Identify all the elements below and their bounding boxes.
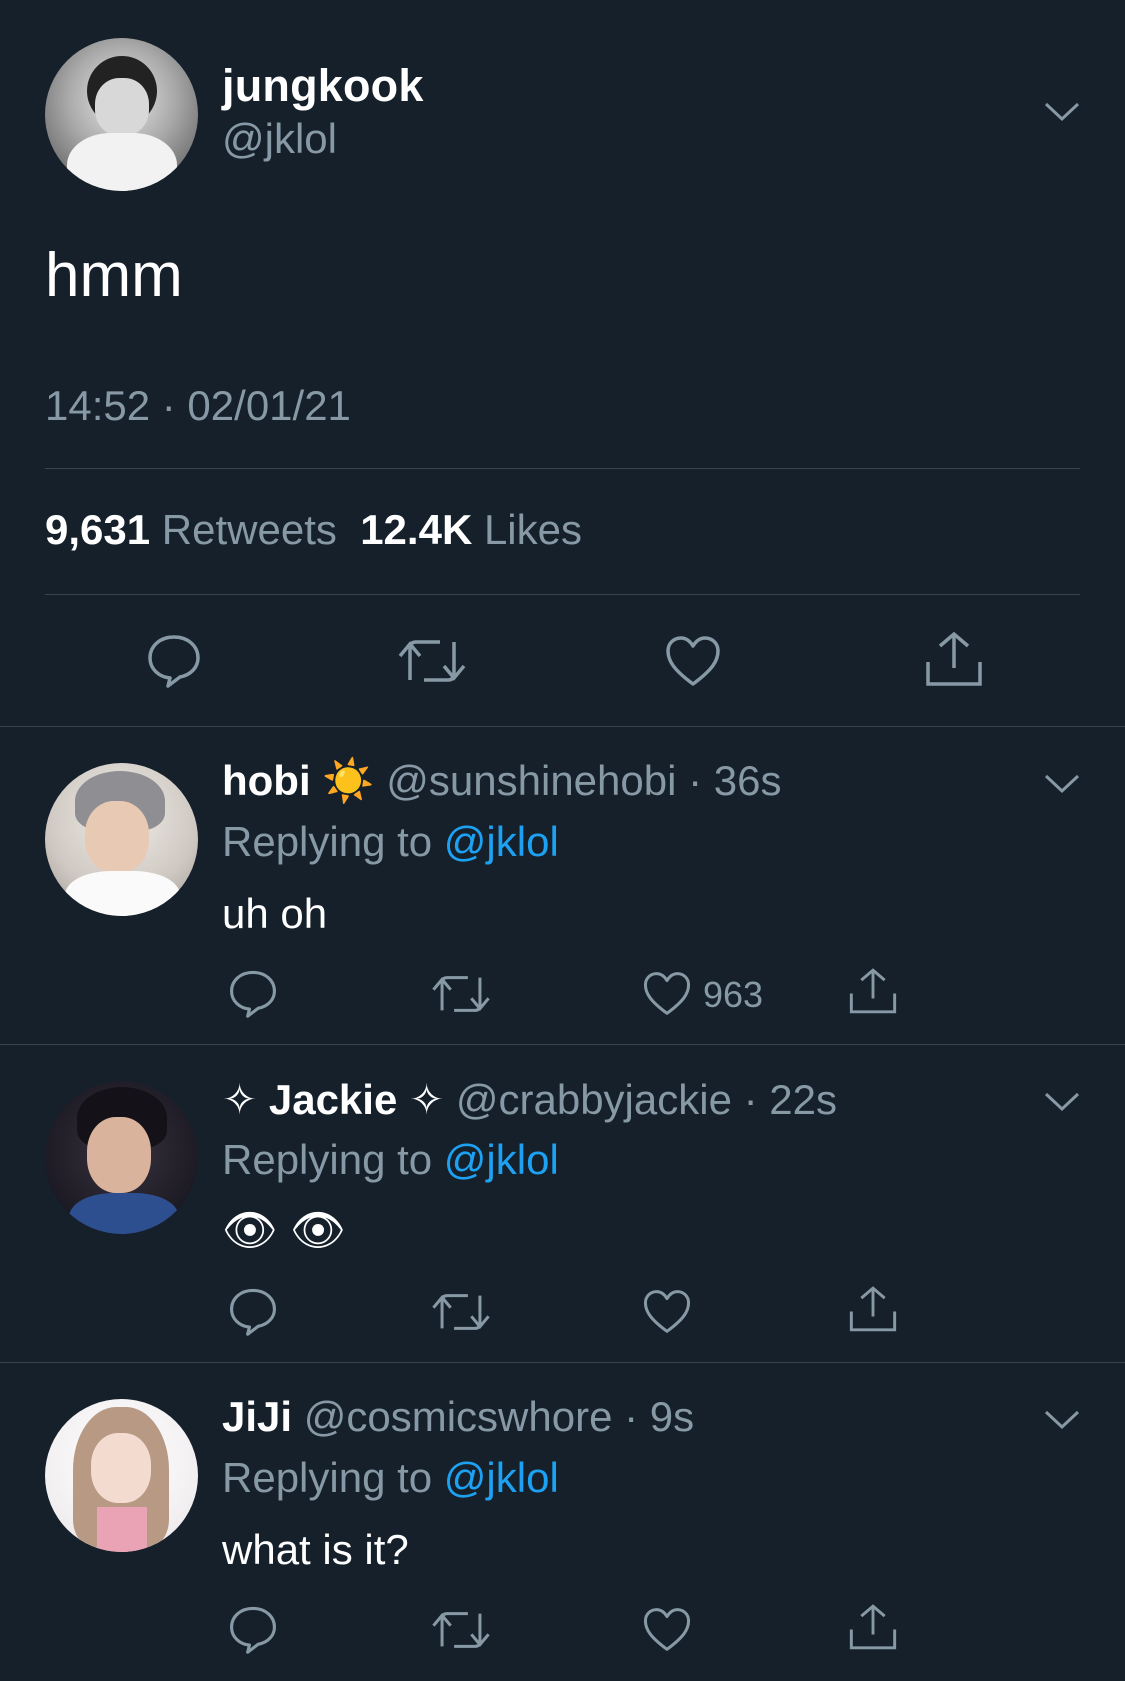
divider — [45, 468, 1080, 469]
tweet-stats: 9,631 Retweets 12.4K Likes — [45, 506, 582, 554]
replying-to: Replying to @jklol — [222, 1454, 559, 1502]
reply-avatar[interactable] — [45, 1399, 198, 1552]
like-label[interactable]: Likes — [484, 506, 582, 553]
reply-icon[interactable] — [228, 968, 278, 1018]
reply-text: what is it? — [222, 1526, 409, 1573]
reply-icon[interactable] — [228, 1604, 278, 1654]
chevron-down-icon[interactable] — [1044, 1408, 1080, 1432]
reply-display-name[interactable]: ✧ Jackie ✧ — [222, 1076, 444, 1123]
divider — [0, 726, 1125, 727]
replying-prefix: Replying to — [222, 1136, 433, 1183]
mention-link[interactable]: @jklol — [444, 1136, 559, 1183]
share-icon[interactable] — [848, 1602, 898, 1652]
share-icon[interactable] — [848, 1284, 898, 1334]
reply-avatar[interactable] — [45, 1081, 198, 1234]
reply-header: JiJi @cosmicswhore · 9s — [222, 1393, 694, 1441]
eyes-emoji-text: 👁 👁 — [222, 1206, 346, 1255]
like-count: 963 — [703, 974, 764, 1015]
retweet-icon[interactable] — [430, 972, 492, 1016]
like-icon[interactable] — [664, 634, 722, 688]
like-count[interactable]: 12.4K — [360, 506, 472, 553]
share-icon[interactable] — [924, 630, 984, 688]
reply-time: · 9s — [624, 1393, 695, 1440]
chevron-down-icon[interactable] — [1044, 100, 1080, 124]
main-avatar[interactable] — [45, 38, 198, 191]
reply-handle[interactable]: @sunshinehobi — [386, 757, 676, 804]
replying-prefix: Replying to — [222, 818, 433, 865]
retweet-icon[interactable] — [396, 636, 468, 686]
reply-time: · 36s — [688, 757, 782, 804]
main-handle[interactable]: @jklol — [222, 115, 337, 163]
chevron-down-icon[interactable] — [1044, 1090, 1080, 1114]
retweet-icon[interactable] — [430, 1608, 492, 1652]
reply-header: hobi ☀️ @sunshinehobi · 36s — [222, 757, 782, 806]
divider — [0, 1044, 1125, 1045]
share-icon[interactable] — [848, 966, 898, 1016]
divider — [0, 1362, 1125, 1363]
retweet-icon[interactable] — [430, 1290, 492, 1334]
chevron-down-icon[interactable] — [1044, 772, 1080, 796]
reply-time: · 22s — [743, 1076, 837, 1123]
tweet-text: hmm — [45, 241, 183, 310]
reply-display-name[interactable]: hobi — [222, 757, 311, 804]
reply-handle[interactable]: @crabbyjackie — [456, 1076, 732, 1123]
reply-text: uh oh — [222, 890, 328, 937]
mention-link[interactable]: @jklol — [444, 818, 559, 865]
reply-handle[interactable]: @cosmicswhore — [304, 1393, 613, 1440]
like-icon[interactable] — [642, 970, 692, 1017]
replying-to: Replying to @jklol — [222, 1136, 559, 1184]
like-icon[interactable] — [642, 1288, 692, 1335]
mention-link[interactable]: @jklol — [444, 1454, 559, 1501]
reply-icon[interactable] — [146, 632, 202, 688]
replying-prefix: Replying to — [222, 1454, 433, 1501]
reply-header: ✧ Jackie ✧ @crabbyjackie · 22s — [222, 1075, 837, 1124]
retweet-count[interactable]: 9,631 — [45, 506, 150, 553]
retweet-label[interactable]: Retweets — [162, 506, 337, 553]
reply-display-name[interactable]: JiJi — [222, 1393, 292, 1440]
like-icon[interactable] — [642, 1606, 692, 1653]
main-display-name[interactable]: jungkook — [222, 60, 424, 112]
divider — [45, 594, 1080, 595]
sun-emoji: ☀️ — [322, 757, 375, 804]
reply-icon[interactable] — [228, 1286, 278, 1336]
replying-to: Replying to @jklol — [222, 818, 559, 866]
tweet-timestamp: 14:52 · 02/01/21 — [45, 382, 351, 429]
reply-avatar[interactable] — [45, 763, 198, 916]
